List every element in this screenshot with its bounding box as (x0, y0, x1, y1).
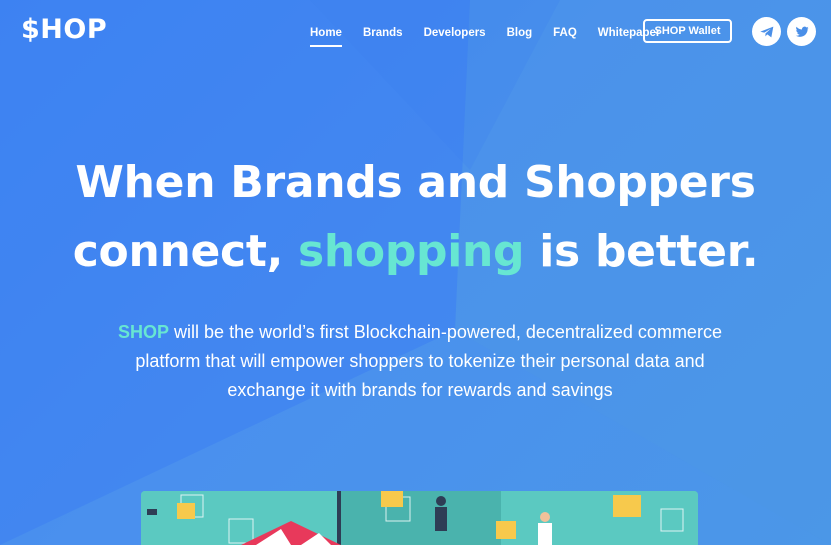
headline-accent: shopping (298, 226, 525, 277)
twitter-icon (795, 26, 809, 37)
hero-description: SHOP will be the world’s first Blockchai… (100, 318, 740, 405)
description-text: will be the world’s first Blockchain-pow… (135, 322, 722, 400)
page: $HOP Home Brands Developers Blog FAQ Whi… (0, 0, 831, 545)
nav-developers[interactable]: Developers (424, 23, 486, 43)
twitter-button[interactable] (787, 17, 816, 46)
nav-brands[interactable]: Brands (363, 23, 403, 43)
hero-headline: When Brands and Shoppers connect, shoppi… (0, 148, 831, 286)
telegram-icon (759, 26, 773, 37)
nav-faq[interactable]: FAQ (553, 23, 577, 43)
nav-home[interactable]: Home (310, 23, 342, 47)
headline-line2-pre: connect, (72, 226, 298, 277)
description-brand: SHOP (118, 322, 170, 342)
main-nav: Home Brands Developers Blog FAQ Whitepap… (300, 20, 681, 47)
telegram-button[interactable] (752, 17, 781, 46)
hero-illustration (141, 491, 698, 545)
headline-line2-post: is better. (524, 226, 759, 277)
shop-wallet-button[interactable]: SHOP Wallet (643, 19, 732, 43)
shopping-scene-illustration (141, 491, 698, 545)
headline-line1: When Brands and Shoppers (75, 157, 756, 208)
logo[interactable]: $HOP (21, 14, 107, 45)
nav-blog[interactable]: Blog (507, 23, 533, 43)
